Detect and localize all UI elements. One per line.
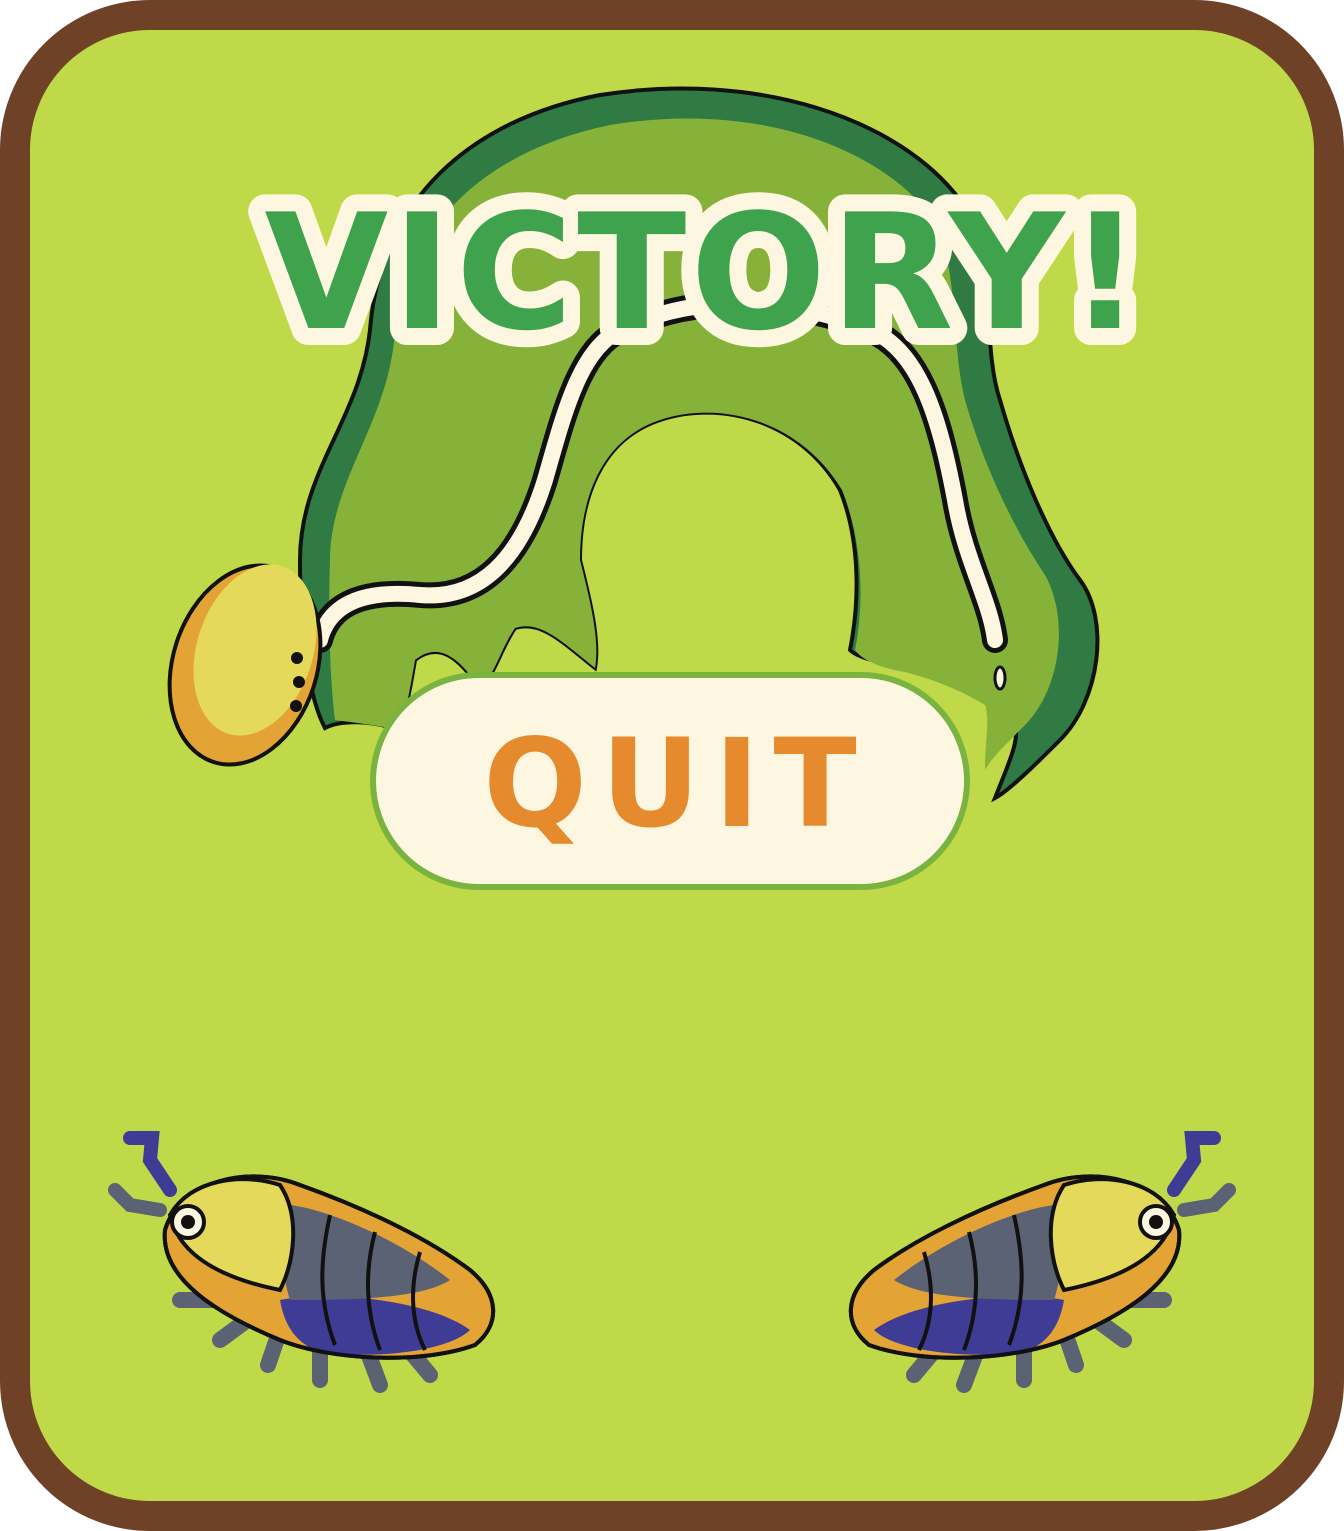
bug-right-icon bbox=[848, 1131, 1236, 1393]
